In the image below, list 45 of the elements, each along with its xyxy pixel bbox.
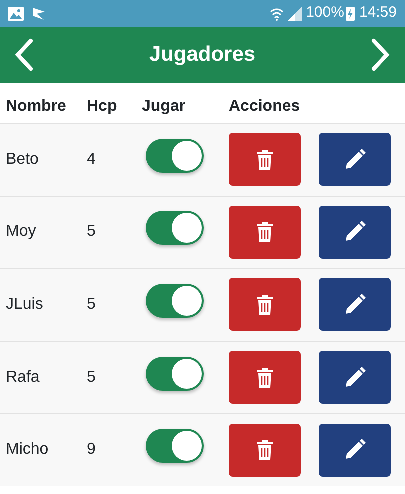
handicap-value: 5 (87, 296, 96, 313)
delete-button[interactable] (229, 206, 301, 259)
player-name: JLuis (6, 296, 44, 313)
edit-button[interactable] (319, 351, 391, 404)
delete-button[interactable] (229, 351, 301, 404)
signal-icon (288, 6, 302, 20)
wifi-icon (270, 6, 284, 20)
page-title: Jugadores (149, 42, 256, 68)
edit-button[interactable] (319, 133, 391, 186)
column-header: Hcp (87, 97, 118, 117)
edit-button[interactable] (319, 424, 391, 477)
image-icon (8, 6, 24, 20)
delete-button[interactable] (229, 424, 301, 477)
trash-icon (257, 294, 273, 315)
play-toggle[interactable] (146, 211, 204, 246)
delete-button[interactable] (229, 278, 301, 332)
column-header: Nombre (5, 97, 68, 117)
handicap-value: 9 (87, 441, 96, 458)
play-toggle[interactable] (146, 284, 204, 318)
trash-icon (257, 368, 273, 388)
play-toggle[interactable] (146, 356, 204, 391)
delete-button[interactable] (229, 133, 301, 186)
player-name: Moy (6, 223, 36, 240)
play-toggle[interactable] (146, 138, 204, 173)
clock-time: 14:59 (359, 3, 397, 24)
edit-button[interactable] (319, 206, 391, 259)
column-header: Jugar (142, 97, 187, 117)
pencil-icon (343, 366, 367, 390)
pencil-icon (343, 292, 367, 317)
battery-level: 100% (306, 3, 344, 24)
column-header: Acciones (229, 97, 300, 117)
handicap-value: 4 (87, 150, 96, 168)
trash-icon (257, 440, 273, 460)
edit-button[interactable] (319, 278, 391, 332)
battery-charging-icon (346, 6, 356, 21)
play-toggle[interactable] (146, 429, 204, 464)
player-name: Micho (6, 441, 49, 458)
player-name: Rafa (6, 368, 40, 386)
player-name: Beto (6, 150, 39, 168)
pencil-icon (343, 148, 367, 172)
trash-icon (257, 222, 273, 242)
notification-icon (32, 6, 46, 20)
handicap-value: 5 (87, 368, 96, 386)
trash-icon (257, 150, 273, 170)
handicap-value: 5 (87, 223, 96, 240)
